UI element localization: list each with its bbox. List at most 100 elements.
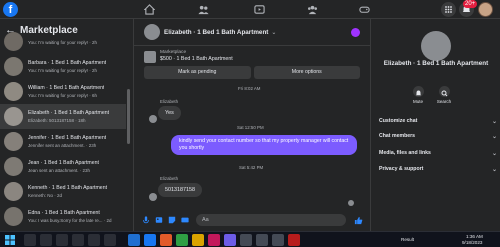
list-item[interactable]: You: I'm waiting for your reply! · 2h [0,29,126,54]
list-item[interactable]: Jean · 1 Bed 1 Bath Apartment Jean sent a… [0,154,126,179]
listing-thumbnail [4,157,23,176]
listing-thumbnail [4,132,23,151]
chat-header[interactable]: Elizabeth · 1 Bed 1 Bath Apartment ⌄ [134,19,370,46]
listing-thumbnail [4,32,23,51]
list-item-preview: You: I'm waiting for your reply! · 6h [28,93,97,98]
timestamp: Sat 5:42 PM [239,165,264,170]
list-item-preview: You: I'm waiting for your reply! · 2h [28,40,97,45]
marketplace-sidebar: ← Marketplace You: I'm waiting for your … [0,19,134,231]
image-icon[interactable] [155,216,163,224]
taskbar-app-icon[interactable] [192,234,204,246]
sender-name: Elizabeth [160,176,179,181]
chevron-down-icon[interactable]: ⌄ [271,29,276,36]
windows-taskbar: Result 1:36 AM 9/18/2023 [0,231,500,247]
section-chat-members[interactable]: Chat members ⌄ [379,133,497,140]
taskbar-app-icon[interactable] [288,234,300,246]
list-item-preview: Jennifer sent an attachment. · 23h [28,143,97,148]
sticker-icon[interactable] [168,216,176,224]
taskbar-app-icon[interactable] [160,234,172,246]
chevron-down-icon: ⌄ [491,119,497,125]
list-item[interactable]: Kenneth · 1 Bed 1 Bath Apartment Kenneth:… [0,179,126,204]
friends-icon[interactable] [198,4,209,15]
microphone-icon[interactable] [142,216,150,224]
conversation-name: Elizabeth · 1 Bed 1 Bath Apartment [383,60,489,67]
list-item-preview: You: I'm waiting for your reply! · 2h [28,68,97,73]
message-bubble: 5013187158 [158,183,202,197]
list-item-title: Kenneth · 1 Bed 1 Bath Apartment [28,185,108,191]
options-dot-icon[interactable] [351,28,360,37]
clock-time: 1:36 AM [466,234,483,239]
section-label: Media, files and links [379,150,431,156]
chat-title: Elizabeth · 1 Bed 1 Bath Apartment [164,28,269,36]
list-item[interactable]: Elizabeth · 1 Bed 1 Bath Apartment Elizab… [0,104,126,129]
mark-as-pending-button[interactable]: Mark as pending [144,66,251,79]
chevron-down-icon: ⌄ [491,134,497,140]
groups-icon[interactable] [307,4,318,15]
facebook-logo-icon[interactable]: f [3,2,18,17]
search-icon[interactable] [24,234,36,246]
list-item-title: William · 1 Bed 1 Bath Apartment [28,85,105,91]
listing-thumbnail [4,207,23,226]
seen-avatar [348,200,354,206]
taskbar-app-icon[interactable] [176,234,188,246]
sender-name: Elizabeth [160,99,179,104]
message-thread: Fri 8:02 AM Elizabeth Yes Sat 12:50 PM k… [134,84,370,209]
list-item-preview: Elizabeth: 5013187158 · 18h [28,118,86,123]
taskbar-app-icon[interactable] [144,234,156,246]
thumbs-up-icon[interactable] [354,216,363,225]
avatar [149,193,157,201]
chevron-down-icon: ⌄ [491,167,497,173]
section-label: Customize chat [379,118,418,124]
gif-icon[interactable] [181,216,189,224]
avatar [144,24,160,40]
chevron-down-icon: ⌄ [491,151,497,157]
list-item[interactable]: Edna · 1 Bed 1 Bath Apartment You: I was … [0,204,126,229]
timestamp: Fri 8:02 AM [238,86,261,91]
avatar [149,115,157,123]
message-bubble-outgoing: kindly send your contact number so that … [171,135,357,155]
list-item[interactable]: Barbara · 1 Bed 1 Bath Apartment You: I'm… [0,54,126,79]
menu-grid-icon[interactable] [441,2,456,17]
timestamp: Sat 12:50 PM [237,125,264,130]
listing-info: Marketplace $500 · 1 Bed 1 Bath Apartmen… [134,46,370,62]
listing-thumbnail [4,57,23,76]
list-item[interactable]: Jennifer · 1 Bed 1 Bath Apartment Jennife… [0,129,126,154]
section-customize-chat[interactable]: Customize chat ⌄ [379,118,497,125]
taskbar-app-icon[interactable] [240,234,252,246]
gaming-icon[interactable] [359,4,370,15]
notification-badge: 20+ [463,0,478,8]
message-input[interactable]: Aa [196,214,346,226]
section-media-files[interactable]: Media, files and links ⌄ [379,150,497,157]
windows-start-icon[interactable] [5,235,15,245]
message-bubble: Yes [158,106,181,120]
list-item-title: Edna · 1 Bed 1 Bath Apartment [28,210,100,216]
search-button[interactable]: Search [429,86,459,104]
search-icon [441,90,447,97]
section-label: Chat members [379,133,416,139]
watch-icon[interactable] [254,4,265,15]
taskbar-app-icon[interactable] [56,234,68,246]
taskbar-app-icon[interactable] [88,234,100,246]
list-item[interactable]: William · 1 Bed 1 Bath Apartment You: I'm… [0,79,126,104]
sidebar-scrollbar[interactable] [127,89,130,144]
taskbar-app-icon[interactable] [208,234,220,246]
listing-thumbnail [4,82,23,101]
task-view-icon[interactable] [40,234,52,246]
taskbar-app-icon[interactable] [272,234,284,246]
list-item-preview: Kenneth: No · 2d [28,193,63,198]
listing-label: Marketplace [160,50,187,55]
list-item-title: Jean · 1 Bed 1 Bath Apartment [28,160,99,166]
section-privacy-support[interactable]: Privacy & support ⌄ [379,166,497,173]
taskbar-app-icon[interactable] [72,234,84,246]
profile-avatar[interactable] [478,2,493,17]
top-bar: f 20+ [0,0,500,19]
taskbar-app-icon[interactable] [104,234,116,246]
taskbar-app-icon[interactable] [256,234,268,246]
taskbar-app-icon[interactable] [224,234,236,246]
taskbar-app-icon[interactable] [128,234,140,246]
message-composer: Aa [134,209,370,231]
section-label: Privacy & support [379,166,424,172]
list-item-title: Jennifer · 1 Bed 1 Bath Apartment [28,135,107,141]
more-options-button[interactable]: More options [253,66,360,79]
home-icon[interactable] [144,4,155,15]
